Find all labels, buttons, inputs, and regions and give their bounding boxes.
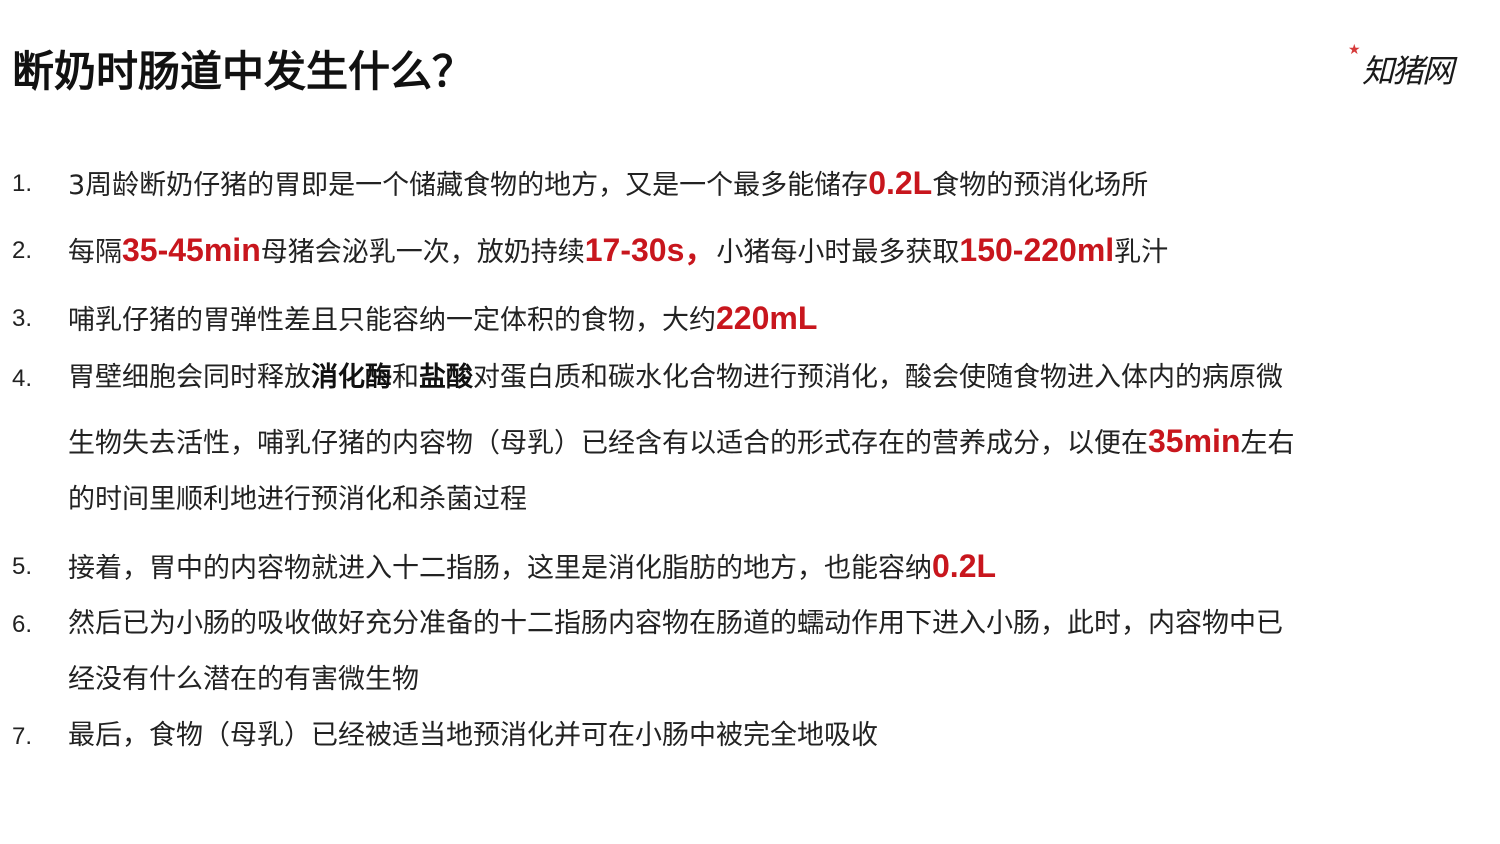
item-line: 生物失去活性，哺乳仔猪的内容物（母乳）已经含有以适合的形式存在的营养成分，以便在… bbox=[68, 421, 1294, 464]
bold-term: 盐酸 bbox=[419, 362, 473, 393]
item-line: 接着，胃中的内容物就进入十二指肠，这里是消化脂肪的地方，也能容纳0.2L bbox=[68, 546, 996, 589]
item-number: 1. bbox=[12, 170, 33, 197]
item-line: 然后已为小肠的吸收做好充分准备的十二指肠内容物在肠道的蠕动作用下进入小肠，此时，… bbox=[68, 604, 1283, 644]
item-line: 最后，食物（母乳）已经被适当地预消化并可在小肠中被完全地吸收 bbox=[68, 716, 878, 756]
item-number: 5. bbox=[12, 553, 33, 580]
item-line: 经没有什么潜在的有害微生物 bbox=[68, 660, 419, 700]
highlight-value: 0.2L bbox=[868, 165, 933, 201]
item-line: 哺乳仔猪的胃弹性差且只能容纳一定体积的食物，大约220mL bbox=[68, 298, 817, 341]
item-text: 生物失去活性，哺乳仔猪的内容物（母乳）已经含有以适合的形式存在的营养成分，以便在 bbox=[68, 428, 1148, 459]
highlight-value: 35min bbox=[1148, 423, 1241, 459]
highlight-value: 35-45min bbox=[122, 232, 261, 268]
item-text: 左右 bbox=[1240, 428, 1295, 459]
item-text: 3周龄断奶仔猪的胃即是一个储藏食物的地方，又是一个最多能储存 bbox=[68, 170, 869, 201]
highlight-value: 150-220ml bbox=[959, 232, 1115, 268]
item-text: 经没有什么潜在的有害微生物 bbox=[68, 664, 419, 695]
item-number: 4. bbox=[12, 365, 33, 392]
item-text: 然后已为小肠的吸收做好充分准备的十二指肠内容物在肠道的蠕动作用下进入小肠，此时，… bbox=[68, 608, 1283, 639]
item-text: 接着，胃中的内容物就进入十二指肠，这里是消化脂肪的地方，也能容纳 bbox=[68, 553, 932, 584]
item-line: 每隔35-45min母猪会泌乳一次，放奶持续17-30s，小猪每小时最多获取15… bbox=[68, 230, 1168, 273]
item-text: 和 bbox=[392, 362, 419, 393]
highlight-value: 17-30s， bbox=[584, 232, 717, 268]
item-text: 对蛋白质和碳水化合物进行预消化，酸会使随食物进入体内的病原微 bbox=[473, 362, 1283, 393]
logo: ★ 知猪网 bbox=[1348, 42, 1478, 94]
item-text: 母猪会泌乳一次，放奶持续 bbox=[260, 237, 585, 268]
red-star-icon: ★ bbox=[1348, 42, 1361, 58]
item-line: 的时间里顺利地进行预消化和杀菌过程 bbox=[68, 480, 527, 520]
highlight-value: 220mL bbox=[716, 300, 818, 336]
item-text: 胃壁细胞会同时释放 bbox=[68, 362, 311, 393]
item-text: 最后，食物（母乳）已经被适当地预消化并可在小肠中被完全地吸收 bbox=[68, 720, 878, 751]
item-text: 小猪每小时最多获取 bbox=[716, 237, 960, 268]
page-title: 断奶时肠道中发生什么？ bbox=[12, 47, 475, 96]
item-number: 3. bbox=[12, 305, 33, 332]
bold-term: 消化酶 bbox=[311, 362, 392, 393]
logo-text: 知猪网 bbox=[1362, 52, 1454, 90]
item-number: 7. bbox=[12, 723, 33, 750]
item-number: 2. bbox=[12, 237, 33, 264]
item-text: 哺乳仔猪的胃弹性差且只能容纳一定体积的食物，大约 bbox=[68, 305, 716, 336]
item-text: 乳汁 bbox=[1114, 237, 1169, 268]
item-text: 食物的预消化场所 bbox=[932, 170, 1149, 201]
item-line: 胃壁细胞会同时释放消化酶和盐酸对蛋白质和碳水化合物进行预消化，酸会使随食物进入体… bbox=[68, 358, 1283, 398]
item-text: 的时间里顺利地进行预消化和杀菌过程 bbox=[68, 484, 527, 515]
item-number: 6. bbox=[12, 611, 33, 638]
item-text: 每隔 bbox=[68, 237, 122, 268]
item-line: 3周龄断奶仔猪的胃即是一个储藏食物的地方，又是一个最多能储存0.2L食物的预消化… bbox=[68, 163, 1148, 206]
highlight-value: 0.2L bbox=[932, 548, 997, 584]
